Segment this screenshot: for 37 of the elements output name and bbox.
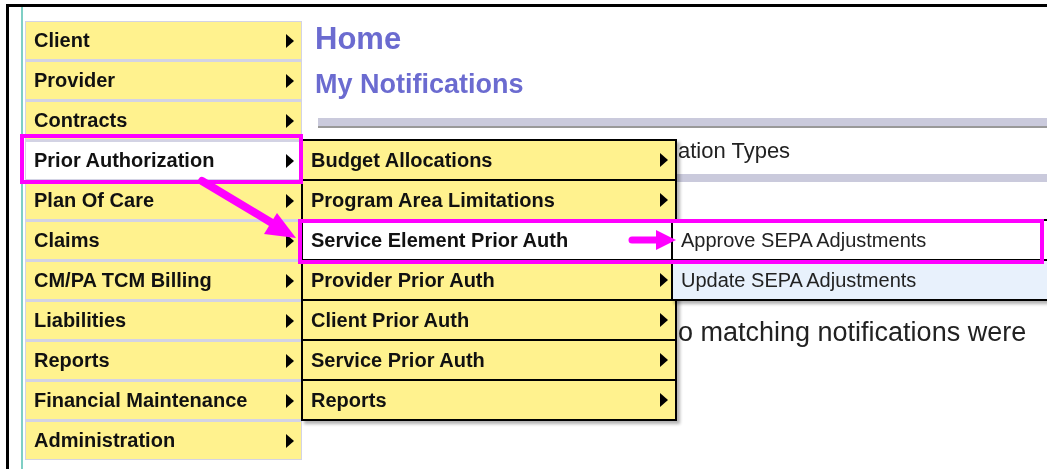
submenu-item[interactable]: Approve SEPA Adjustments xyxy=(673,221,1047,259)
menu-item[interactable]: Administration xyxy=(26,422,301,459)
table-cell: ation Types xyxy=(678,138,791,164)
menu-item[interactable]: Claims xyxy=(26,222,301,259)
section-title: My Notifications xyxy=(315,69,525,100)
caret-icon xyxy=(659,152,669,168)
menu-item[interactable]: Reports xyxy=(26,342,301,379)
submenu-item[interactable]: Update SEPA Adjustments xyxy=(673,261,1047,299)
caret-icon xyxy=(659,312,669,328)
caret-icon xyxy=(285,112,295,129)
caret-icon xyxy=(285,312,295,329)
caret-icon xyxy=(659,392,669,408)
caret-icon xyxy=(659,272,669,288)
caret-icon xyxy=(285,72,295,89)
caret-icon xyxy=(285,192,295,209)
caret-icon xyxy=(285,432,295,449)
menu-item[interactable]: CM/PA TCM Billing xyxy=(26,262,301,299)
caret-icon xyxy=(285,32,295,49)
menu-item[interactable]: Client xyxy=(26,22,301,59)
menu-item[interactable]: Provider xyxy=(26,62,301,99)
menu-item[interactable]: Prior Authorization xyxy=(26,142,301,179)
menu-item[interactable]: Liabilities xyxy=(26,302,301,339)
empty-message: o matching notifications were xyxy=(678,317,1027,347)
submenu-item[interactable]: Client Prior Auth xyxy=(303,301,675,339)
submenu-item[interactable]: Program Area Limitations xyxy=(303,181,675,219)
caret-icon xyxy=(285,152,295,169)
caret-icon xyxy=(285,272,295,289)
submenu-item[interactable]: Reports xyxy=(303,381,675,419)
submenu-item[interactable]: Budget Allocations xyxy=(303,141,675,179)
submenu-item[interactable]: Service Prior Auth xyxy=(303,341,675,379)
caret-icon xyxy=(659,192,669,208)
page-title: Home xyxy=(315,20,403,58)
caret-icon xyxy=(285,352,295,369)
annotation-arrow xyxy=(628,230,676,250)
caret-icon xyxy=(659,352,669,368)
caret-icon xyxy=(285,392,295,409)
menu-item[interactable]: Financial Maintenance xyxy=(26,382,301,419)
